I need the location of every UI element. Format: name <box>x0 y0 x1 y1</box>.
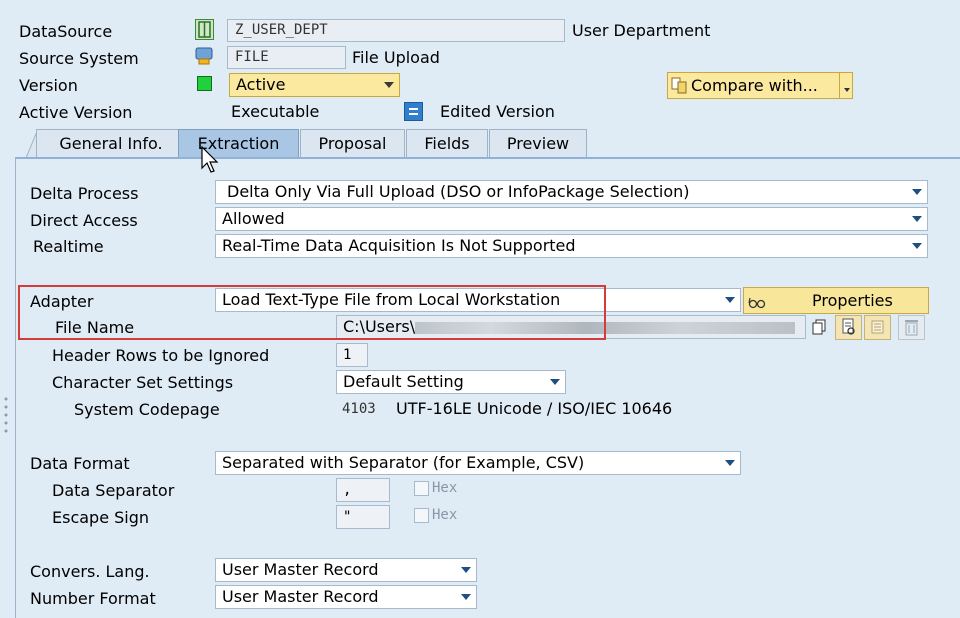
charset-label: Character Set Settings <box>52 373 234 392</box>
source-system-icon <box>195 47 213 65</box>
properties-label: Properties <box>812 291 893 310</box>
status-green-icon <box>197 76 212 91</box>
datasource-type-icon <box>195 19 214 40</box>
chevron-down-icon[interactable] <box>912 243 922 249</box>
realtime-select[interactable]: Real-Time Data Acquisition Is Not Suppor… <box>215 234 928 258</box>
hex-label-separator: Hex <box>432 480 458 496</box>
chevron-down-icon[interactable] <box>550 379 560 385</box>
source-system-description: File Upload <box>352 48 440 67</box>
convers-lang-value: User Master Record <box>222 560 379 579</box>
data-separator-field[interactable]: , <box>336 478 390 502</box>
delta-process-label: Delta Process <box>30 184 139 203</box>
realtime-value: Real-Time Data Acquisition Is Not Suppor… <box>222 236 576 255</box>
file-browse-icon <box>842 318 855 335</box>
compare-icon <box>671 77 688 94</box>
convers-lang-select[interactable]: User Master Record <box>215 558 477 582</box>
escape-sign-label: Escape Sign <box>52 508 150 527</box>
tab-fields[interactable]: Fields <box>406 129 488 158</box>
compare-with-button[interactable]: Compare with... <box>667 72 853 99</box>
charset-select[interactable]: Default Setting <box>336 370 566 394</box>
charset-value: Default Setting <box>343 372 464 391</box>
chevron-down-icon[interactable] <box>461 567 471 573</box>
direct-access-select[interactable]: Allowed <box>215 207 928 231</box>
tab-extraction[interactable]: Extraction <box>178 129 299 158</box>
chevron-down-icon[interactable] <box>725 460 735 466</box>
copy-icon[interactable] <box>811 319 827 336</box>
data-format-label: Data Format <box>30 454 130 473</box>
button-divider <box>839 73 840 98</box>
data-format-value: Separated with Separator (for Example, C… <box>222 453 585 472</box>
number-format-label: Number Format <box>30 589 156 608</box>
delta-process-select[interactable]: Delta Only Via Full Upload (DSO or InfoP… <box>215 180 928 204</box>
edited-version-label: Edited Version <box>440 102 555 121</box>
chevron-down-icon[interactable] <box>384 82 394 88</box>
datasource-description: User Department <box>572 21 711 40</box>
tab-left-edge <box>25 128 39 159</box>
display-file-button[interactable] <box>864 315 891 340</box>
version-value: Active <box>236 75 286 94</box>
version-select[interactable]: Active <box>229 73 400 97</box>
codepage-label: System Codepage <box>74 400 220 419</box>
chevron-down-icon[interactable] <box>912 189 922 195</box>
number-format-select[interactable]: User Master Record <box>215 585 477 609</box>
hex-checkbox-separator[interactable] <box>414 481 429 496</box>
properties-button[interactable]: Properties <box>743 287 929 314</box>
escape-sign-field[interactable]: " <box>336 505 390 529</box>
version-label: Version <box>19 76 78 95</box>
realtime-label: Realtime <box>33 237 104 256</box>
source-system-label: Source System <box>19 49 139 68</box>
tab-proposal[interactable]: Proposal <box>300 129 405 158</box>
dropdown-small-icon[interactable] <box>844 88 850 92</box>
splitter-handle[interactable] <box>3 395 9 440</box>
source-system-field[interactable]: FILE <box>227 46 346 69</box>
datasource-field[interactable]: Z_USER_DEPT <box>227 19 565 42</box>
chevron-down-icon[interactable] <box>461 594 471 600</box>
direct-access-value: Allowed <box>222 209 285 228</box>
convers-lang-label: Convers. Lang. <box>30 562 150 581</box>
chevron-down-icon[interactable] <box>725 297 735 303</box>
delete-button[interactable] <box>898 315 925 340</box>
datasource-label: DataSource <box>19 22 113 41</box>
compare-with-label: Compare with... <box>691 76 818 95</box>
glasses-icon <box>748 293 766 309</box>
hex-label-escape: Hex <box>432 507 458 523</box>
highlight-box <box>18 285 606 340</box>
codepage-number: 4103 <box>342 401 376 417</box>
active-version-label: Active Version <box>19 103 133 122</box>
header-rows-field[interactable]: 1 <box>336 343 368 367</box>
header-rows-label: Header Rows to be Ignored <box>52 346 270 365</box>
tab-general-info[interactable]: General Info. <box>36 129 186 158</box>
hex-checkbox-escape[interactable] <box>414 508 429 523</box>
data-format-select[interactable]: Separated with Separator (for Example, C… <box>215 451 741 475</box>
equals-icon <box>404 102 423 121</box>
tab-preview[interactable]: Preview <box>489 129 587 158</box>
active-version-value: Executable <box>231 102 320 121</box>
list-icon <box>871 320 884 334</box>
delta-process-value: Delta Only Via Full Upload (DSO or InfoP… <box>227 182 690 201</box>
chevron-down-icon[interactable] <box>912 216 922 222</box>
codepage-description: UTF-16LE Unicode / ISO/IEC 10646 <box>396 399 673 418</box>
trash-icon <box>905 320 918 336</box>
direct-access-label: Direct Access <box>30 211 138 230</box>
open-file-button[interactable] <box>835 315 862 340</box>
data-separator-label: Data Separator <box>52 481 175 500</box>
number-format-value: User Master Record <box>222 587 379 606</box>
